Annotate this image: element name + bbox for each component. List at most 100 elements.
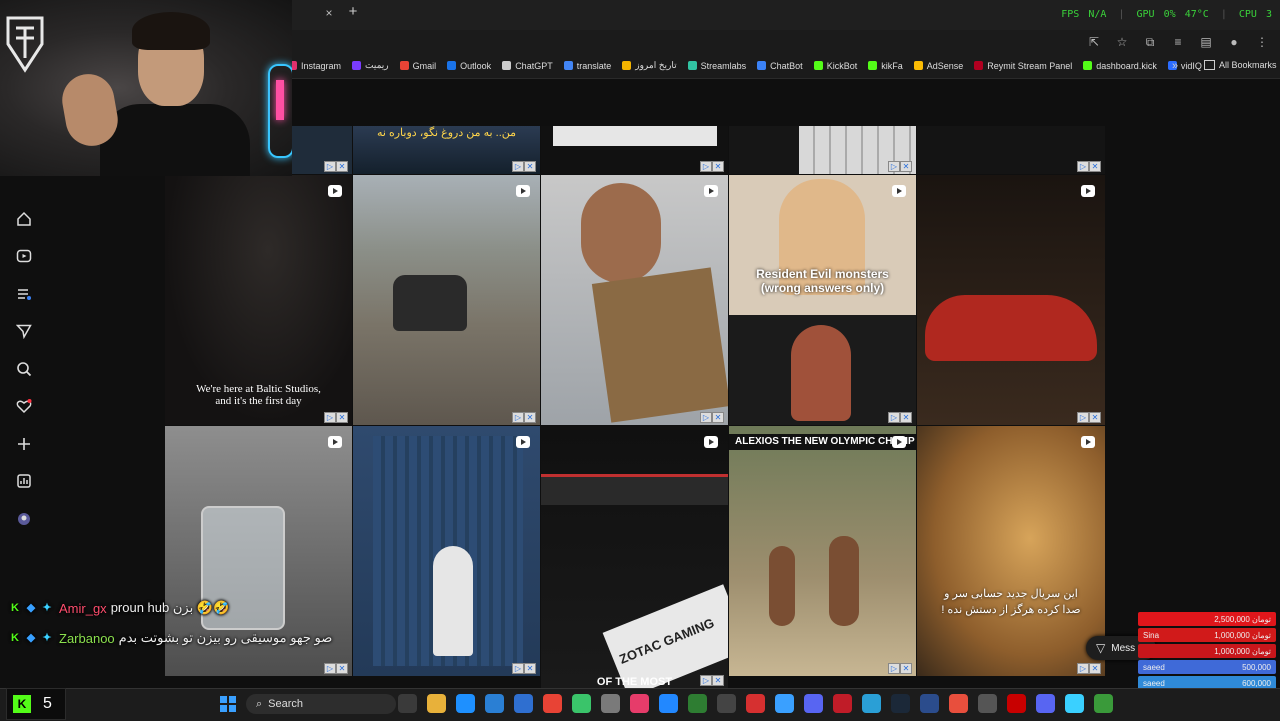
app-icon[interactable] (862, 694, 881, 713)
video-tile[interactable]: این سریال جدید حسابی سر و صدا کرده هرگز … (917, 426, 1105, 676)
ad-choices[interactable]: ▷ ✕ (1077, 412, 1101, 423)
bookmark-item[interactable]: Outlook (447, 60, 491, 71)
discord-icon[interactable] (833, 694, 852, 713)
ad-choices[interactable]: ▷ ✕ (1077, 663, 1101, 674)
video-tile[interactable]: ALEXIOS THE NEW OLYMPIC CHAMP ▷ ✕ (729, 426, 916, 676)
edge-icon[interactable] (456, 694, 475, 713)
chrome-icon[interactable] (543, 694, 562, 713)
word-icon[interactable] (804, 694, 823, 713)
video-tile[interactable]: We're here at Baltic Studios, and it's t… (165, 175, 352, 425)
all-bookmarks-button[interactable]: All Bookmarks (1204, 60, 1277, 70)
menu-icon[interactable]: ⋮ (1254, 34, 1270, 50)
app-icon[interactable] (717, 694, 736, 713)
bookmark-item[interactable]: Streamlabs (687, 60, 746, 71)
search-icon: ⌕ (256, 697, 263, 710)
ad-choices[interactable]: ▷ ✕ (888, 412, 912, 423)
bookmark-item[interactable]: ریمیت (352, 60, 389, 71)
install-app-icon[interactable]: ⇱ (1086, 34, 1102, 50)
app-icon[interactable] (746, 694, 765, 713)
extensions-icon[interactable]: ⧉ (1142, 34, 1158, 50)
home-icon[interactable] (0, 200, 48, 238)
profile-avatar-icon[interactable] (0, 500, 48, 538)
bookmark-item[interactable]: dashboard.kick (1083, 60, 1157, 71)
task-view-icon[interactable] (398, 694, 417, 713)
direct-message-icon[interactable] (0, 313, 48, 351)
video-tile[interactable]: ▷ ✕ (353, 175, 540, 425)
ad-choices[interactable]: ▷ ✕ (1077, 161, 1101, 172)
ad-choices[interactable]: ▷ ✕ (700, 675, 724, 686)
bookmark-favicon-icon (868, 61, 878, 70)
donor-name: saeed (1143, 678, 1165, 688)
video-tile[interactable]: ▷ ✕ (353, 426, 540, 676)
taskbar-search[interactable]: ⌕ Search (246, 694, 396, 714)
app-icon[interactable] (601, 694, 620, 713)
mail-icon[interactable] (514, 694, 533, 713)
steam-icon[interactable] (891, 694, 910, 713)
chat-username[interactable]: Amir_gx (59, 601, 107, 616)
feed-icon[interactable] (0, 275, 48, 313)
bookmarks-overflow-button[interactable]: » (1172, 60, 1178, 72)
app-icon[interactable] (978, 694, 997, 713)
app-icon[interactable] (920, 694, 939, 713)
suv-car-image (393, 275, 467, 331)
bookmark-item[interactable]: Instagram (288, 60, 341, 71)
app-icon[interactable] (1036, 694, 1055, 713)
bookmark-item[interactable]: Gmail (399, 60, 436, 71)
bookmark-label: تاریخ امروز (635, 60, 677, 70)
ad-choices[interactable]: ▷ ✕ (512, 161, 536, 172)
ad-choices[interactable]: ▷ ✕ (888, 663, 912, 674)
video-tile[interactable]: ZOTAC GAMING OF THE MOST ▷ ✕ (541, 426, 728, 688)
bookmark-item[interactable]: ChatGPT (502, 60, 553, 71)
app-icon[interactable] (1007, 694, 1026, 713)
bookmark-item[interactable]: translate (563, 60, 611, 71)
bookmark-item[interactable]: KickBot (813, 60, 857, 71)
bookmark-item[interactable]: kikFa (868, 60, 903, 71)
close-tab-icon[interactable]: × (322, 6, 336, 20)
search-icon[interactable] (0, 350, 48, 388)
app-icon[interactable] (1094, 694, 1113, 713)
video-tile[interactable]: ▷ ✕ (917, 126, 1105, 174)
chat-username[interactable]: Zarbanoo (59, 631, 115, 646)
tile-caption: من.. به من دروغ نگو، دوباره نه (376, 127, 517, 139)
media-controls-icon[interactable]: ≡ (1170, 34, 1186, 50)
new-tab-button[interactable]: + (346, 4, 360, 19)
windows-start-icon[interactable] (220, 696, 236, 712)
ad-choices[interactable]: ▷ ✕ (324, 161, 348, 172)
sidepanel-icon[interactable]: ▤ (1198, 34, 1214, 50)
ad-choices[interactable]: ▷ ✕ (324, 412, 348, 423)
video-tile[interactable]: ▷ ✕ (541, 126, 728, 174)
bookmark-item[interactable]: ChatBot (757, 60, 803, 71)
notifications-heart-icon[interactable] (0, 388, 48, 426)
ad-choices[interactable]: ▷ ✕ (512, 663, 536, 674)
app-icon[interactable] (949, 694, 968, 713)
store-icon[interactable] (485, 694, 504, 713)
ad-choices[interactable]: ▷ ✕ (700, 412, 724, 423)
create-plus-icon[interactable] (0, 425, 48, 463)
ad-choices[interactable]: ▷ ✕ (324, 663, 348, 674)
app-icon[interactable] (775, 694, 794, 713)
video-tile[interactable]: ▷ ✕ (729, 126, 916, 174)
app-icon[interactable] (1065, 694, 1084, 713)
ad-choices[interactable]: ▷ ✕ (512, 412, 536, 423)
video-tile[interactable]: من.. به من دروغ نگو، دوباره نه ▷ ✕ (353, 126, 540, 174)
profile-avatar-icon[interactable]: ● (1226, 34, 1242, 50)
ad-choices[interactable]: ▷ ✕ (700, 161, 724, 172)
video-tile[interactable]: Resident Evil monsters (wrong answers on… (729, 175, 916, 425)
bookmark-star-icon[interactable]: ☆ (1114, 34, 1130, 50)
bookmark-label: Outlook (460, 60, 492, 71)
chat-badge-icon: K (11, 602, 19, 614)
reels-icon[interactable] (0, 238, 48, 276)
dashboard-icon[interactable] (0, 463, 48, 501)
ad-choices[interactable]: ▷ ✕ (888, 161, 912, 172)
instagram-icon[interactable] (630, 694, 649, 713)
excel-icon[interactable] (572, 694, 591, 713)
video-tile[interactable]: ▷ ✕ (917, 175, 1105, 425)
video-tile[interactable]: ▷ ✕ (541, 175, 728, 425)
app-icon[interactable] (659, 694, 678, 713)
xbox-icon[interactable] (688, 694, 707, 713)
bookmark-item[interactable]: تاریخ امروز (622, 60, 677, 71)
bookmark-item[interactable]: AdSense (913, 60, 963, 71)
kick-logo-icon: K (13, 695, 31, 713)
bookmark-item[interactable]: Reymit Stream Panel (974, 60, 1072, 71)
file-explorer-icon[interactable] (427, 694, 446, 713)
